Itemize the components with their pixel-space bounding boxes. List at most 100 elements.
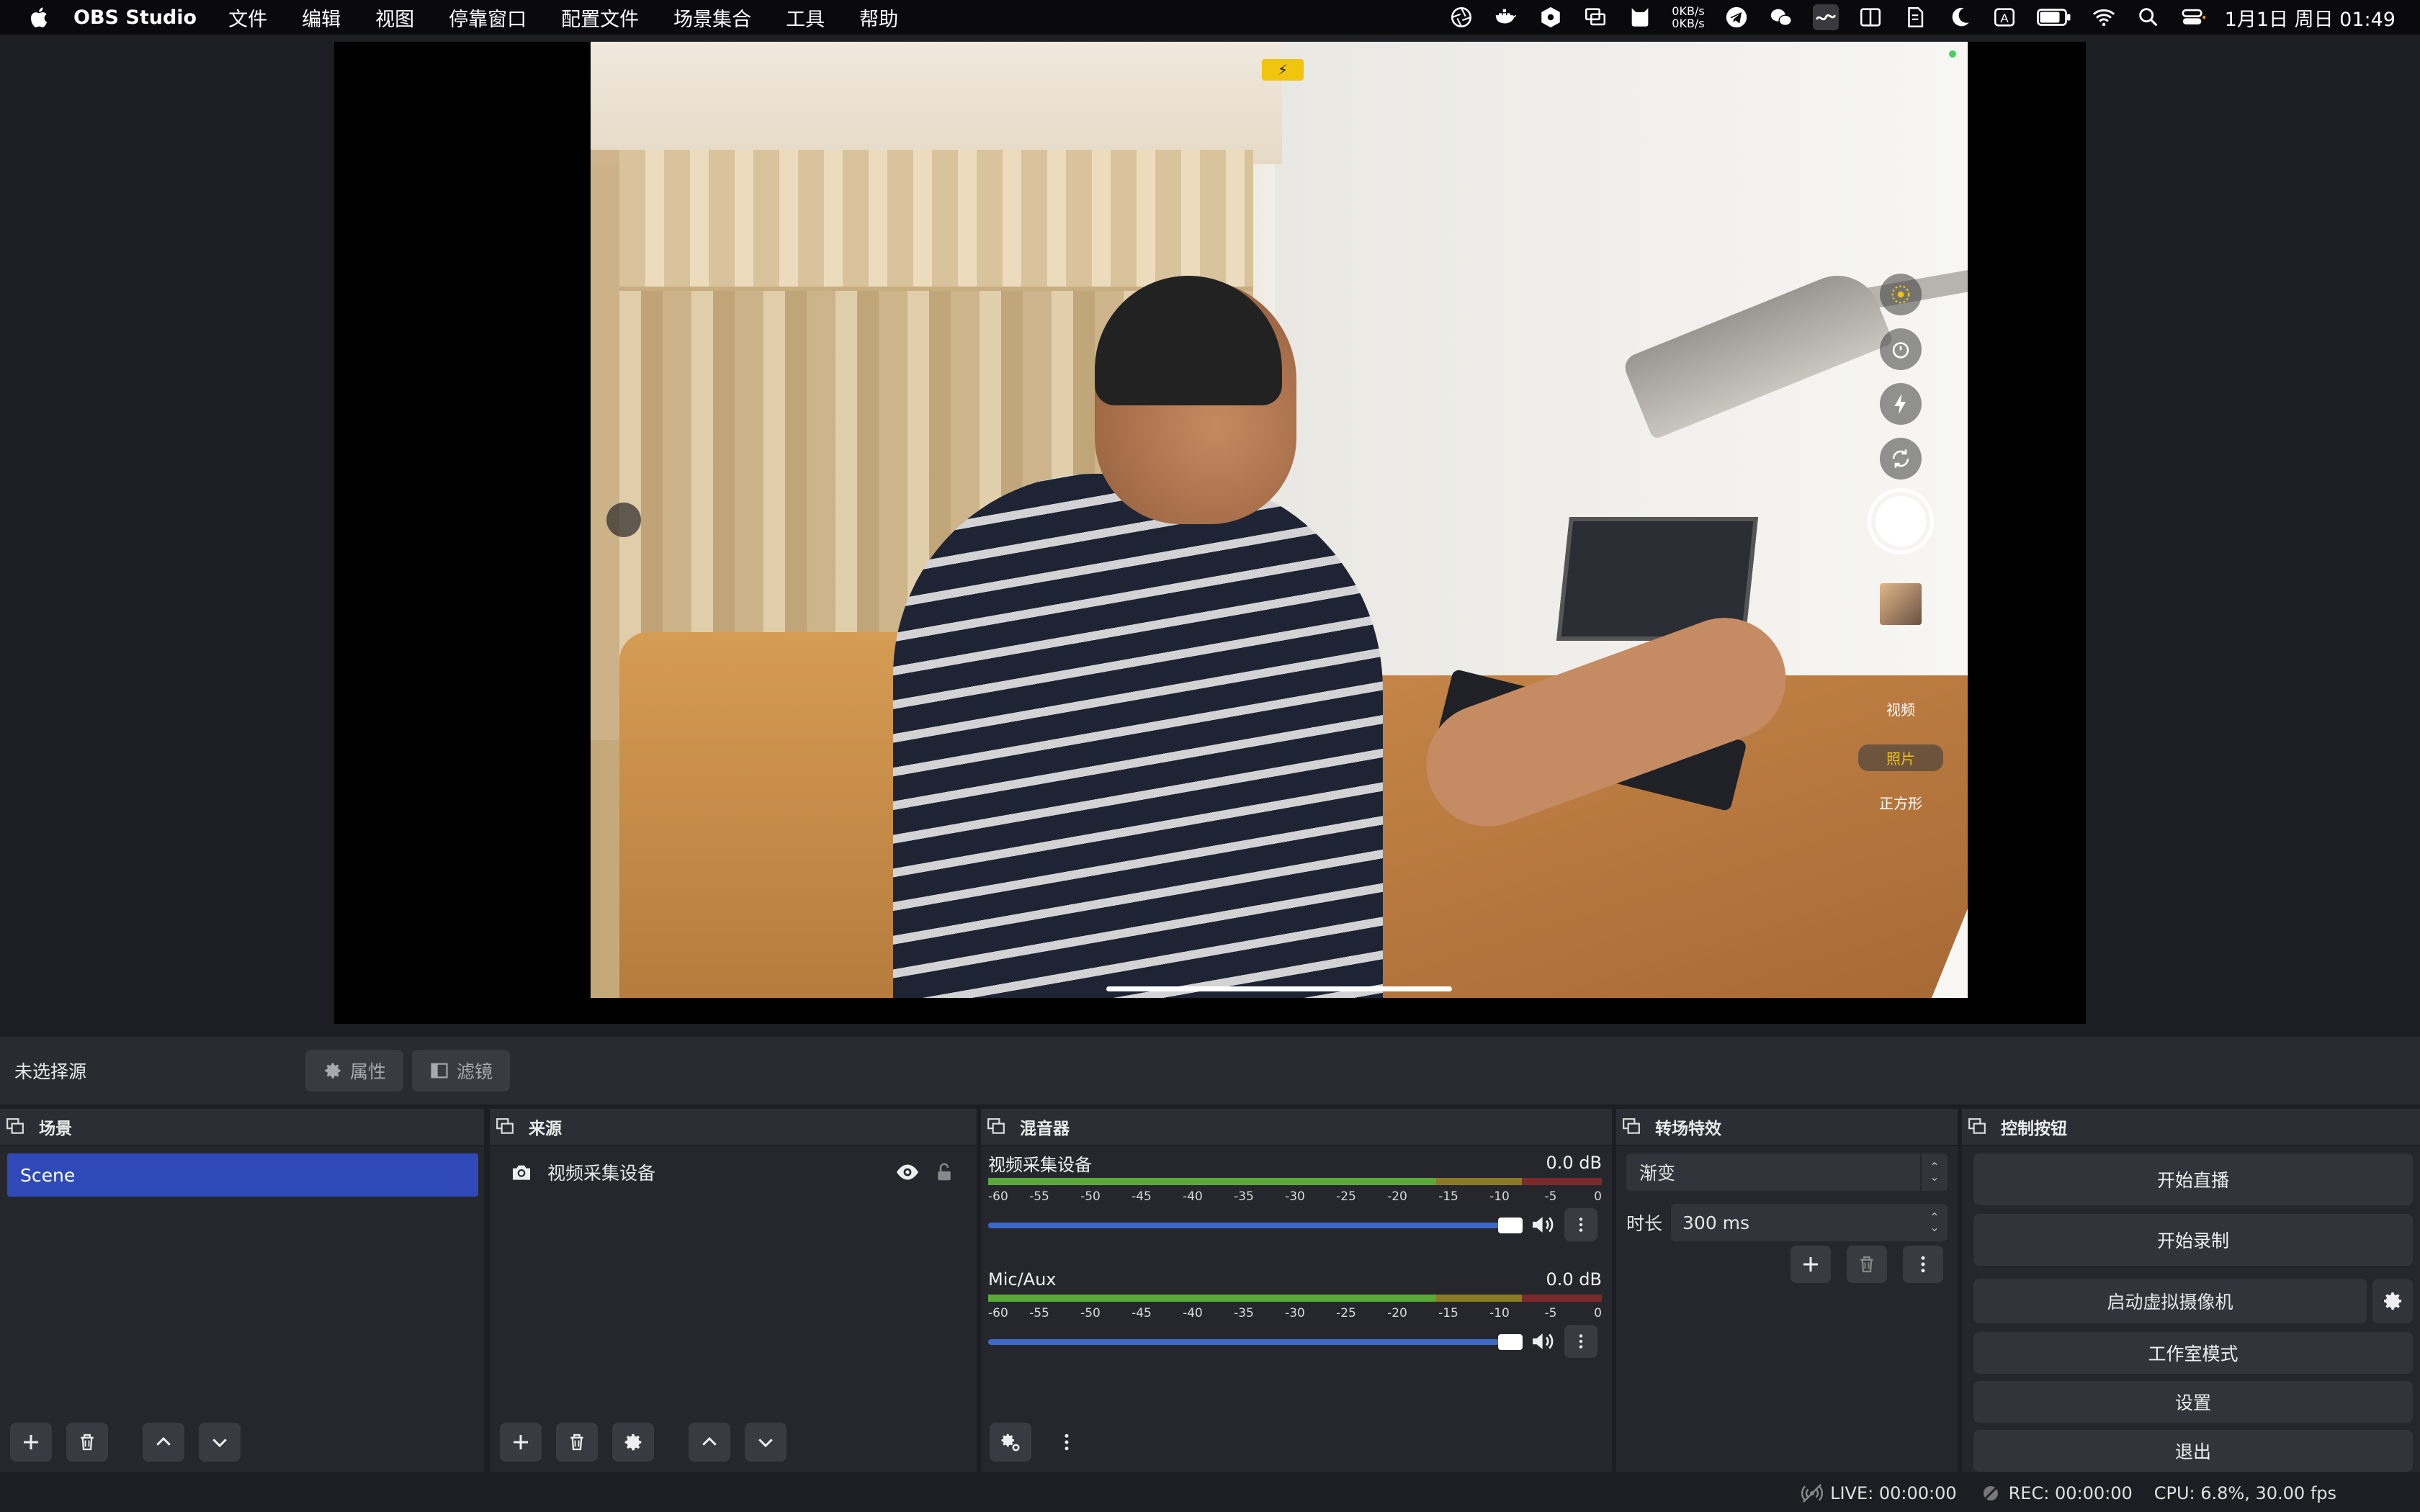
sources-footer bbox=[490, 1423, 801, 1462]
meter-tick-label: -45 bbox=[1131, 1189, 1152, 1204]
menu-help[interactable]: 帮助 bbox=[859, 4, 898, 32]
docker-icon[interactable] bbox=[1493, 4, 1519, 30]
menu-file[interactable]: 文件 bbox=[228, 4, 267, 32]
mixer-dock-title[interactable]: 混音器 bbox=[981, 1109, 1612, 1146]
controls-dock-title[interactable]: 控制按钮 bbox=[1962, 1109, 2420, 1146]
advanced-audio-button[interactable] bbox=[990, 1423, 1031, 1462]
wave-icon[interactable] bbox=[1812, 4, 1839, 30]
remove-source-button[interactable] bbox=[556, 1423, 598, 1462]
remove-transition-button[interactable] bbox=[1847, 1246, 1887, 1283]
menu-tools[interactable]: 工具 bbox=[786, 4, 825, 32]
fader-track[interactable] bbox=[988, 1339, 1500, 1345]
channel-name: 视频采集设备 bbox=[988, 1154, 1092, 1175]
cat-icon[interactable] bbox=[1627, 4, 1653, 30]
menu-docks[interactable]: 停靠窗口 bbox=[449, 4, 526, 32]
wifi-icon[interactable] bbox=[2091, 4, 2117, 30]
menu-scene-collection[interactable]: 场景集合 bbox=[673, 4, 751, 32]
hexagon-icon[interactable] bbox=[1538, 4, 1564, 30]
add-transition-button[interactable] bbox=[1791, 1246, 1831, 1283]
telegram-icon[interactable] bbox=[1724, 4, 1749, 30]
meter-tick-label: -35 bbox=[1234, 1306, 1254, 1320]
remove-scene-button[interactable] bbox=[66, 1423, 108, 1462]
source-list-item[interactable]: 视频采集设备 bbox=[500, 1151, 967, 1194]
moon-icon[interactable] bbox=[1947, 4, 1973, 30]
scenes-dock: 场景 Scene bbox=[0, 1109, 484, 1472]
shutter-button bbox=[1868, 488, 1934, 554]
start-recording-button[interactable]: 开始录制 bbox=[1973, 1214, 2413, 1266]
start-virtual-camera-button[interactable]: 启动虚拟摄像机 bbox=[1973, 1279, 2367, 1323]
meter-tick-label: 0 bbox=[1594, 1306, 1602, 1320]
preview-canvas[interactable]: ⚡ 视频 照片 正方形 bbox=[334, 42, 2086, 1024]
scenes-footer bbox=[0, 1423, 255, 1462]
scenes-dock-title[interactable]: 场景 bbox=[0, 1109, 484, 1146]
move-scene-down-button[interactable] bbox=[199, 1423, 241, 1462]
undock-icon[interactable] bbox=[6, 1117, 24, 1136]
channel-menu-button[interactable] bbox=[1564, 1208, 1597, 1241]
source-properties-button[interactable] bbox=[612, 1423, 654, 1462]
flash-indicator-icon: ⚡ bbox=[1262, 59, 1304, 81]
exit-button[interactable]: 退出 bbox=[1973, 1430, 2413, 1472]
live-time: LIVE: 00:00:00 bbox=[1830, 1483, 1957, 1503]
add-scene-button[interactable] bbox=[10, 1423, 52, 1462]
input-source-icon[interactable]: A bbox=[1991, 4, 2017, 30]
scene-list-item[interactable]: Scene bbox=[7, 1153, 478, 1197]
fader-track[interactable] bbox=[988, 1223, 1500, 1228]
network-speed[interactable]: 0KB/s 0KB/s bbox=[1672, 5, 1704, 30]
channel-menu-button[interactable] bbox=[1564, 1325, 1597, 1358]
menu-edit[interactable]: 编辑 bbox=[302, 4, 341, 32]
wechat-icon[interactable] bbox=[1768, 4, 1794, 30]
video-capture-frame[interactable]: ⚡ 视频 照片 正方形 bbox=[591, 42, 1968, 998]
menu-view[interactable]: 视图 bbox=[375, 4, 414, 32]
move-scene-up-button[interactable] bbox=[143, 1423, 184, 1462]
trash-icon bbox=[81, 1434, 94, 1451]
menu-profile[interactable]: 配置文件 bbox=[561, 4, 639, 32]
volume-fader[interactable] bbox=[988, 1205, 1602, 1244]
transition-menu-button[interactable] bbox=[1903, 1246, 1943, 1283]
undock-icon[interactable] bbox=[987, 1117, 1005, 1136]
move-source-down-button[interactable] bbox=[745, 1423, 786, 1462]
virtual-camera-settings-button[interactable] bbox=[2372, 1279, 2413, 1323]
transitions-dock-title[interactable]: 转场特效 bbox=[1616, 1109, 1958, 1146]
camera-mode-photo: 照片 bbox=[1858, 744, 1943, 771]
meter-green-zone bbox=[988, 1178, 1436, 1185]
screen-share-icon[interactable] bbox=[1582, 4, 1608, 30]
app-menu-name[interactable]: OBS Studio bbox=[73, 6, 197, 29]
settings-button[interactable]: 设置 bbox=[1973, 1381, 2413, 1423]
sources-dock: 来源 视频采集设备 bbox=[490, 1109, 977, 1472]
sources-dock-title[interactable]: 来源 bbox=[490, 1109, 977, 1146]
mixer-menu-button[interactable] bbox=[1046, 1423, 1088, 1462]
aperture-icon[interactable] bbox=[1448, 4, 1474, 30]
scenes-list: Scene bbox=[0, 1146, 484, 1472]
menubar-clock[interactable]: 1月1日 周日 01:49 bbox=[2225, 4, 2396, 32]
spin-arrows-icon[interactable]: ⌃ ⌄ bbox=[1922, 1204, 1948, 1241]
properties-button[interactable]: 属性 bbox=[305, 1050, 404, 1092]
start-streaming-button[interactable]: 开始直播 bbox=[1973, 1153, 2413, 1205]
volume-fader[interactable] bbox=[988, 1322, 1602, 1361]
net-down-text: 0KB/s bbox=[1672, 17, 1705, 30]
transition-select[interactable]: 渐变 ⌃ ⌄ bbox=[1626, 1153, 1948, 1191]
undock-icon[interactable] bbox=[1968, 1117, 1986, 1136]
split-view-icon[interactable] bbox=[1857, 4, 1883, 30]
duration-spinbox[interactable]: 300 ms ⌃ ⌄ bbox=[1671, 1204, 1948, 1241]
gear-icon bbox=[325, 1063, 341, 1079]
speaker-icon[interactable] bbox=[1530, 1329, 1557, 1354]
add-source-button[interactable] bbox=[500, 1423, 542, 1462]
move-source-up-button[interactable] bbox=[689, 1423, 730, 1462]
note-icon[interactable] bbox=[1902, 4, 1928, 30]
channel-db: 0.0 dB bbox=[1546, 1269, 1603, 1290]
apple-logo-icon[interactable] bbox=[27, 6, 49, 29]
undock-icon[interactable] bbox=[496, 1117, 514, 1136]
fader-handle[interactable] bbox=[1498, 1218, 1523, 1233]
speaker-icon[interactable] bbox=[1530, 1212, 1557, 1237]
control-center-icon[interactable] bbox=[2180, 4, 2206, 30]
battery-icon[interactable] bbox=[2036, 4, 2072, 30]
filters-button[interactable]: 滤镜 bbox=[412, 1050, 511, 1092]
unlock-icon[interactable] bbox=[933, 1161, 955, 1183]
eye-icon[interactable] bbox=[895, 1159, 920, 1185]
chevron-up-icon bbox=[156, 1436, 171, 1446]
undock-icon[interactable] bbox=[1622, 1117, 1641, 1136]
fader-handle[interactable] bbox=[1498, 1334, 1523, 1350]
spotlight-icon[interactable] bbox=[2136, 4, 2161, 30]
studio-mode-button[interactable]: 工作室模式 bbox=[1973, 1332, 2413, 1374]
mixer-body: 视频采集设备 0.0 dB -60 -55 -50 -45 -40 -35 -30 -25 -2… bbox=[981, 1146, 1612, 1472]
